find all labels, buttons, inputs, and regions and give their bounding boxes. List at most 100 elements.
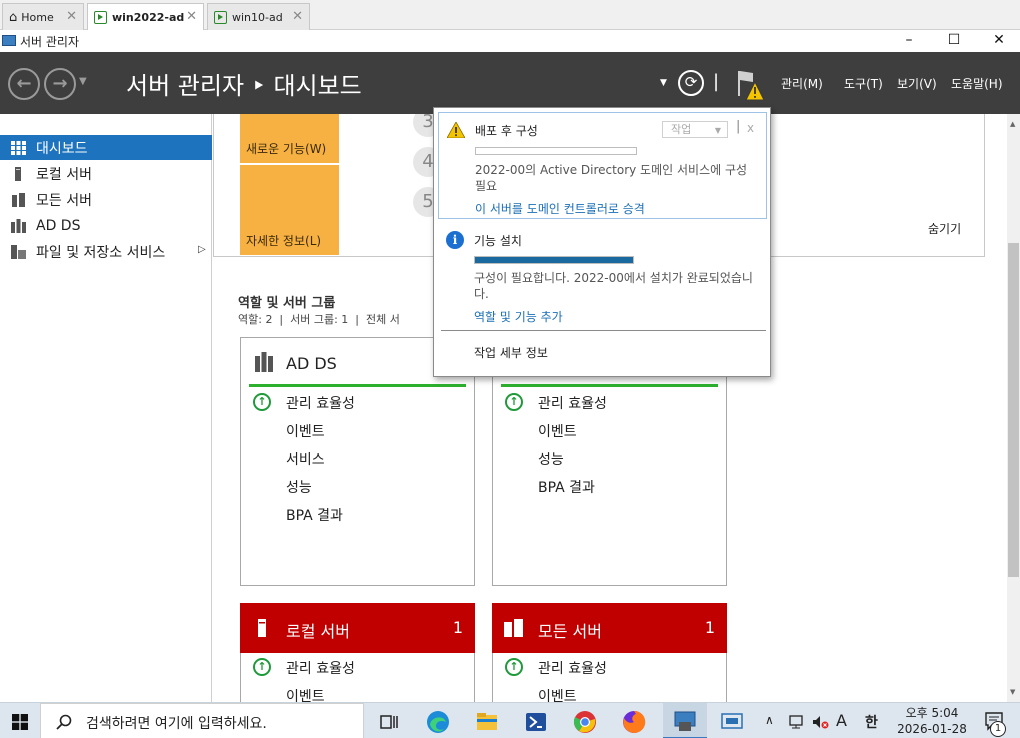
maximize-button[interactable]: ☐ [931,30,977,52]
sidebar-item-label: 모든 서버 [36,192,92,209]
card-row-events[interactable]: 이벤트 [286,686,325,702]
forward-button[interactable]: → [44,68,76,100]
notification-count-badge: 1 [990,721,1006,737]
menu-tools[interactable]: 도구(T) [844,75,883,92]
task-view-icon[interactable] [377,710,401,734]
close-button[interactable]: ✕ [976,30,1020,52]
promote-dc-link[interactable]: 이 서버를 도메인 컨트롤러로 승격 [475,200,645,217]
role-card-all-servers[interactable]: 모든 서버 1 ↑ 관리 효율성 이벤트 [492,603,727,702]
add-roles-link[interactable]: 역할 및 기능 추가 [474,308,563,325]
card-row-performance[interactable]: 성능 [286,477,312,497]
notification-text: 2022-00의 Active Directory 도메인 서비스에 구성 필요 [475,163,748,193]
close-icon[interactable]: x [747,121,754,135]
server-manager-icon [2,35,16,46]
clock-time: 오후 5:04 [905,706,959,720]
close-icon[interactable]: ✕ [186,9,197,24]
system-clock[interactable]: 오후 5:04 2026-01-28 [893,705,971,737]
chevron-up-icon[interactable]: ∧ [765,713,774,727]
history-dropdown-icon[interactable]: ▼ [79,76,87,87]
remote-desktop-icon[interactable] [720,710,744,734]
card-row-events[interactable]: 이벤트 [286,421,325,441]
sidebar-item-local-server[interactable]: 로컬 서버 [0,161,212,186]
window-title: 서버 관리자 [20,35,80,49]
card-header-alert: 로컬 서버 1 [240,603,475,653]
servers-icon [504,619,523,637]
close-icon[interactable]: ✕ [66,9,77,24]
minimize-button[interactable]: – [886,30,932,52]
menu-view[interactable]: 보기(V) [897,75,937,92]
vm-tab-home[interactable]: ⌂ Home ✕ [2,3,84,30]
card-row-bpa[interactable]: BPA 결과 [286,505,343,525]
sidebar-item-ad-ds[interactable]: AD DS [0,213,212,238]
sidebar-item-label: 대시보드 [36,140,88,157]
network-icon[interactable] [789,715,807,729]
vm-tab-win10-ad[interactable]: win10-ad ✕ [207,3,310,30]
card-row-manageability[interactable]: 관리 효율성 [286,658,355,678]
role-card-local-server[interactable]: 로컬 서버 1 ↑ 관리 효율성 이벤트 [240,603,475,702]
back-button[interactable]: ← [8,68,40,100]
sidebar-item-all-servers[interactable]: 모든 서버 [0,187,212,212]
status-ok-icon: ↑ [253,658,271,676]
card-header-alert: 모든 서버 1 [492,603,727,653]
page-title: 서버 관리자 ‣ 대시보드 [126,72,362,100]
hide-link[interactable]: 숨기기 [928,220,961,237]
file-explorer-icon[interactable] [475,710,499,734]
task-dropdown[interactable]: 작업 ▼ [662,121,728,138]
search-placeholder: 검색하려면 여기에 입력하세요. [86,716,267,732]
ime-hangul-indicator[interactable]: 한 [865,712,878,732]
expand-arrow-icon[interactable]: ▷ [198,244,206,255]
window-titlebar: 서버 관리자 – ☐ ✕ [0,30,1020,52]
home-icon: ⌂ [9,9,18,25]
card-row-manageability[interactable]: 관리 효율성 [538,393,607,413]
vm-tab-strip: ⌂ Home ✕ win2022-ad ✕ win10-ad ✕ [0,0,1020,30]
divider: | [736,119,741,134]
warning-icon [447,122,465,138]
servers-icon [12,193,25,207]
menu-help[interactable]: 도움말(H) [951,75,1003,92]
windows-start-icon[interactable] [12,714,28,730]
scroll-up-icon[interactable]: ▲ [1010,120,1015,128]
chrome-icon[interactable] [573,710,597,734]
card-row-bpa[interactable]: BPA 결과 [538,477,595,497]
card-title: AD DS [286,354,337,373]
tile-whats-new[interactable]: 새로운 기능(W) [240,114,339,163]
taskbar-server-manager[interactable] [663,703,707,738]
scroll-down-icon[interactable]: ▼ [1010,688,1015,696]
refresh-icon[interactable]: ⟳ [678,70,704,96]
ime-mode-indicator[interactable]: A [836,711,847,730]
sidebar-item-dashboard[interactable]: 대시보드 [0,135,212,160]
notification-flag-icon[interactable] [735,68,765,102]
divider [441,330,766,331]
vm-tab-win2022-ad[interactable]: win2022-ad ✕ [87,3,204,30]
close-icon[interactable]: ✕ [292,9,303,24]
menu-manage[interactable]: 관리(M) [781,75,823,92]
firefox-icon[interactable] [622,710,646,734]
card-row-manageability[interactable]: 관리 효율성 [538,658,607,678]
scrollbar-thumb[interactable] [1008,243,1019,577]
status-ok-icon: ↑ [253,393,271,411]
card-row-events[interactable]: 이벤트 [538,686,577,702]
card-row-manageability[interactable]: 관리 효율성 [286,393,355,413]
sidebar-item-file-storage[interactable]: 파일 및 저장소 서비스 ▷ [0,239,212,264]
notification-title: 배포 후 구성 [475,124,538,138]
deploy-progress-bar [475,147,637,155]
card-row-performance[interactable]: 성능 [538,449,564,469]
flag-warning-icon [738,71,765,101]
edge-icon[interactable] [426,710,450,734]
tile-learn-more[interactable]: 자세한 정보(L) [240,165,339,255]
card-row-events[interactable]: 이벤트 [538,421,577,441]
card-row-services[interactable]: 서비스 [286,449,325,469]
volume-muted-icon[interactable] [812,715,830,729]
status-ok-icon: ↑ [505,658,523,676]
roles-heading: 역할 및 서버 그룹 [238,296,336,311]
alert-count: 1 [452,618,463,637]
taskbar-search-box[interactable]: 검색하려면 여기에 입력하세요. [40,703,364,738]
notification-text: 구성이 필요합니다. 2022-00에서 설치가 완료되었습니다. [474,271,753,301]
vm-icon [94,10,107,24]
sidebar-item-label: 파일 및 저장소 서비스 [36,244,166,261]
task-details-link[interactable]: 작업 세부 정보 [474,344,548,361]
powershell-icon[interactable] [524,710,548,734]
search-icon [56,714,72,730]
dashboard-icon [11,141,26,155]
chevron-down-icon[interactable]: ▼ [660,78,667,88]
